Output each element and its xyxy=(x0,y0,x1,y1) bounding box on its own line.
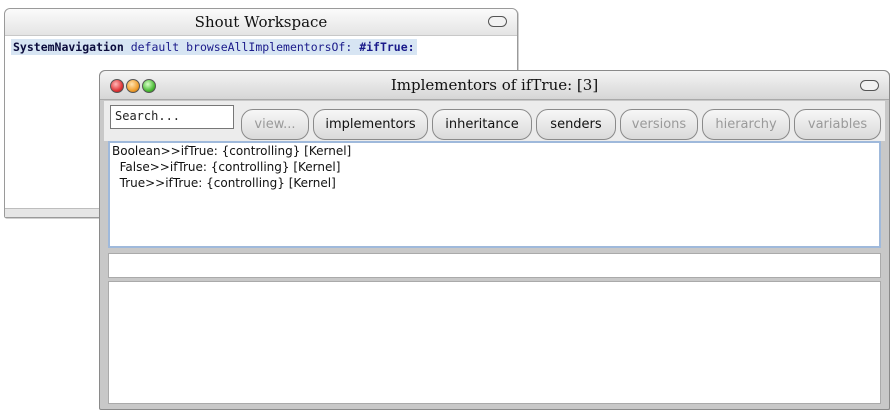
variables-button[interactable]: variables xyxy=(794,109,881,140)
collapse-icon[interactable] xyxy=(488,16,507,27)
search-input[interactable]: Search... xyxy=(110,105,234,129)
implementors-button[interactable]: implementors xyxy=(313,109,428,140)
browser-title-bar[interactable]: Implementors of ifTrue: [3] xyxy=(100,71,889,100)
method-list[interactable]: Boolean>>ifTrue: {controlling} [Kernel] … xyxy=(108,141,881,248)
list-item[interactable]: True>>ifTrue: {controlling} [Kernel] xyxy=(112,176,336,190)
browser-toolbar: Search... view... implementors inheritan… xyxy=(104,101,885,141)
workspace-code-line[interactable]: SystemNavigation default browseAllImplem… xyxy=(11,39,417,55)
hierarchy-button[interactable]: hierarchy xyxy=(702,109,790,140)
collapse-icon[interactable] xyxy=(860,80,879,91)
senders-button[interactable]: senders xyxy=(536,109,616,140)
inheritance-button[interactable]: inheritance xyxy=(432,109,532,140)
annotation-pane[interactable] xyxy=(108,253,881,278)
list-item[interactable]: False>>ifTrue: {controlling} [Kernel] xyxy=(112,160,341,174)
versions-button[interactable]: versions xyxy=(620,109,698,140)
list-item[interactable]: Boolean>>ifTrue: {controlling} [Kernel] xyxy=(112,144,351,158)
implementors-browser-window[interactable]: Implementors of ifTrue: [3] Search... vi… xyxy=(99,70,890,410)
code-message: default browseAllImplementorsOf: xyxy=(123,40,360,54)
source-code-pane[interactable] xyxy=(108,281,881,404)
browser-title: Implementors of ifTrue: [3] xyxy=(390,76,599,94)
workspace-title-bar[interactable]: Shout Workspace xyxy=(5,9,517,36)
code-receiver: SystemNavigation xyxy=(13,40,124,54)
code-symbol: #ifTrue: xyxy=(359,40,415,54)
workspace-title: Shout Workspace xyxy=(194,13,328,31)
view-button[interactable]: view... xyxy=(241,109,309,140)
